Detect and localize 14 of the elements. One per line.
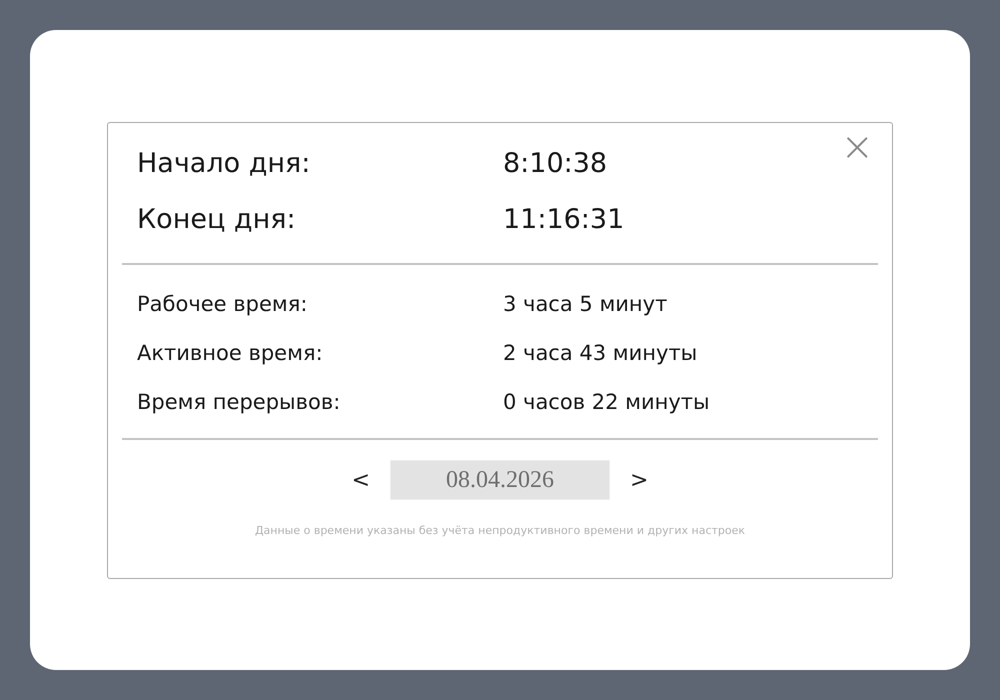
row-value: 0 часов 22 минуты [503,389,711,416]
footnote: Данные о времени указаны без учёта непродуктивного времени и других настроек [254,524,746,537]
next-date-button[interactable]: > [626,468,652,492]
row-label: Время перерывов: [137,389,342,416]
row-value: 2 часа 43 минуты [503,340,698,367]
row-label: Начало дня: [137,147,312,181]
date-field[interactable]: 08.04.2026 [390,460,610,500]
row-label: Конец дня: [137,203,297,237]
row-value: 8:10:38 [503,147,608,181]
previous-date-button[interactable]: < [348,468,374,492]
row-value: 11:16:31 [503,203,626,237]
row-label: Активное время: [137,340,324,367]
row-value: 3 часа 5 минут [503,291,668,318]
row-label: Рабочее время: [137,291,308,318]
